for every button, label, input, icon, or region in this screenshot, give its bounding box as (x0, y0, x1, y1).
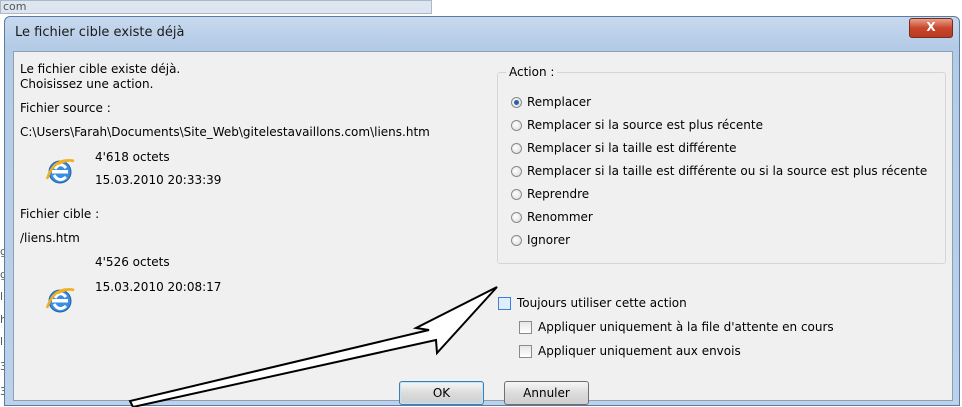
annotation-arrow-icon (128, 286, 498, 407)
